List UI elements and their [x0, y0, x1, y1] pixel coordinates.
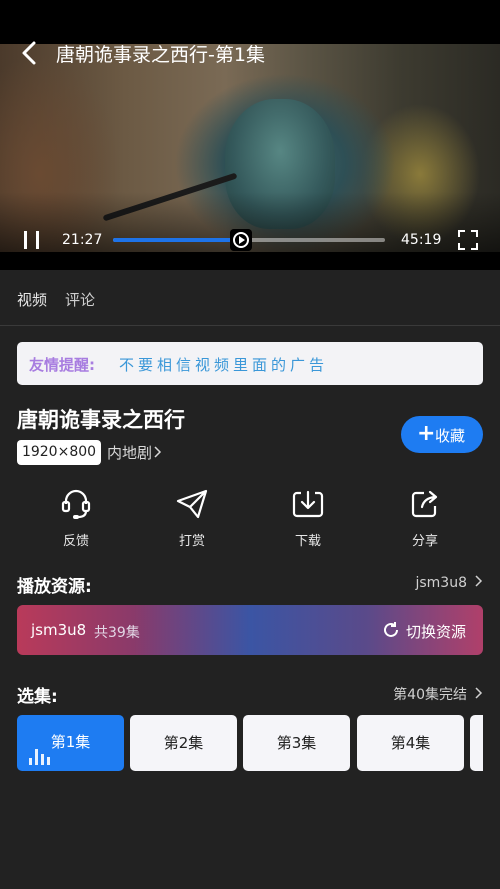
action-row: 反馈 打赏 下载 分享: [0, 488, 500, 550]
show-title: 唐朝诡事录之西行: [17, 408, 185, 432]
episode-count: 共39集: [94, 625, 140, 641]
headset-icon: [61, 489, 91, 519]
tab-bar: 视频 评论: [0, 270, 500, 326]
download-icon: [292, 490, 324, 518]
download-label: 下载: [294, 534, 321, 549]
feedback-button[interactable]: 反馈: [41, 488, 111, 549]
episode-list: 第1集 第2集 第3集 第4集: [17, 715, 483, 772]
source-bar[interactable]: jsm3u8 共39集 切换资源: [17, 605, 483, 655]
tab-comments[interactable]: 评论: [65, 289, 95, 310]
source-selector[interactable]: jsm3u8: [415, 575, 483, 591]
source-section-title: 播放资源:: [17, 577, 92, 597]
playing-indicator-icon: [29, 747, 51, 765]
episode-item-5[interactable]: [470, 715, 483, 771]
episode-status: 第40集完结: [393, 687, 467, 703]
favorite-label: 收藏: [435, 427, 466, 445]
player-bottom-bar: [0, 252, 500, 270]
episode-item-1[interactable]: 第1集: [17, 715, 124, 771]
episode-label: 第1集: [50, 733, 91, 751]
plus-icon: +: [417, 421, 436, 446]
status-bar: [0, 0, 500, 44]
current-time: 21:27: [62, 232, 103, 248]
source-current: jsm3u8: [415, 575, 467, 591]
progress-thumb-icon[interactable]: [229, 229, 252, 251]
pause-icon[interactable]: [22, 231, 42, 249]
progress-fill: [113, 238, 241, 242]
notice-banner: 友情提醒: 不要相信视频里面的广告: [17, 342, 483, 385]
feedback-label: 反馈: [62, 534, 89, 549]
paper-plane-icon: [176, 489, 208, 519]
share-label: 分享: [411, 534, 438, 549]
total-time: 45:19: [401, 232, 442, 248]
chevron-right-icon: [475, 575, 483, 587]
video-frame-figure: [225, 99, 335, 229]
resolution-badge: 1920×800: [17, 440, 101, 465]
chevron-right-icon: [154, 446, 162, 458]
reward-label: 打赏: [178, 534, 205, 549]
video-player[interactable]: [0, 44, 500, 252]
reward-button[interactable]: 打赏: [157, 488, 227, 549]
episode-item-4[interactable]: 第4集: [357, 715, 464, 771]
episode-section-title: 选集:: [17, 687, 58, 707]
video-frame-detail: [102, 172, 238, 222]
tab-video[interactable]: 视频: [17, 289, 47, 310]
video-title: 唐朝诡事录之西行-第1集: [56, 44, 265, 66]
chevron-right-icon: [475, 687, 483, 699]
favorite-button[interactable]: + 收藏: [401, 416, 483, 453]
source-name: jsm3u8: [31, 621, 87, 639]
back-arrow-icon[interactable]: [18, 40, 44, 66]
notice-message: 不要相信视频里面的广告: [119, 356, 329, 374]
switch-source-button[interactable]: 切换资源: [406, 621, 466, 642]
download-button[interactable]: 下载: [273, 488, 343, 549]
notice-label: 友情提醒:: [29, 356, 95, 374]
genre-label: 内地剧: [107, 444, 153, 462]
genre-link[interactable]: 内地剧: [107, 442, 162, 463]
episode-item-3[interactable]: 第3集: [243, 715, 350, 771]
episode-status-link[interactable]: 第40集完结: [393, 684, 483, 704]
episode-item-2[interactable]: 第2集: [130, 715, 237, 771]
fullscreen-icon[interactable]: [458, 230, 478, 250]
refresh-icon: [384, 622, 398, 637]
share-button[interactable]: 分享: [390, 488, 460, 549]
share-icon: [411, 490, 438, 518]
